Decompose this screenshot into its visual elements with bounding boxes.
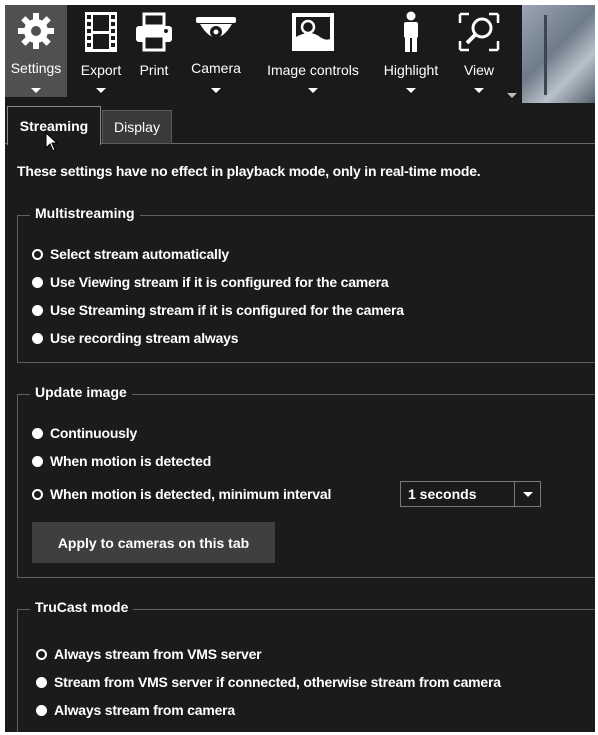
option-label: Use Viewing stream if it is configured f…: [50, 274, 389, 290]
radio-selected-icon: [32, 248, 43, 260]
highlight-button[interactable]: Highlight: [375, 5, 447, 97]
chevron-down-icon: [308, 88, 318, 93]
tab-bar: Streaming Display: [5, 106, 595, 145]
radio-icon: [32, 276, 43, 288]
option-label: Use recording stream always: [50, 330, 239, 346]
update-image-group: Update image Continuously When motion is…: [17, 384, 595, 578]
chevron-down-icon: [96, 88, 106, 93]
option-label: Always stream from VMS server: [54, 646, 262, 662]
radio-use-streaming-stream[interactable]: Use Streaming stream if it is configured…: [32, 302, 404, 318]
apply-to-cameras-button[interactable]: Apply to cameras on this tab: [32, 522, 275, 563]
highlight-label: Highlight: [383, 62, 439, 78]
image-icon: [290, 5, 336, 58]
playback-notice: These settings have no effect in playbac…: [17, 163, 481, 179]
option-label: When motion is detected, minimum interva…: [50, 486, 332, 502]
image-controls-label: Image controls: [267, 62, 359, 78]
settings-panel: Settings Export Print Camera Image contr…: [5, 5, 595, 732]
radio-icon: [32, 455, 43, 467]
radio-select-stream-automatically[interactable]: Select stream automatically: [32, 246, 229, 262]
option-label: Stream from VMS server if connected, oth…: [54, 674, 501, 690]
printer-icon: [133, 5, 175, 58]
radio-use-viewing-stream[interactable]: Use Viewing stream if it is configured f…: [32, 274, 389, 290]
view-button[interactable]: View: [449, 5, 509, 97]
gear-icon: [16, 5, 56, 56]
trucast-mode-title: TruCast mode: [30, 599, 134, 615]
magnifier-icon: [457, 5, 501, 58]
radio-icon: [36, 704, 47, 716]
multistreaming-title: Multistreaming: [30, 205, 140, 221]
print-button[interactable]: Print: [129, 5, 179, 97]
settings-label: Settings: [10, 60, 62, 76]
interval-value: 1 seconds: [408, 486, 477, 502]
radio-icon: [36, 676, 47, 688]
toolbar-overflow-icon[interactable]: [507, 93, 517, 98]
radio-icon: [32, 304, 43, 316]
dome-camera-icon: [194, 5, 238, 56]
radio-when-motion-detected[interactable]: When motion is detected: [32, 453, 211, 469]
thumbnail-detail: [544, 15, 547, 95]
multistreaming-group: Multistreaming Select stream automatical…: [17, 205, 595, 363]
radio-vms-server-if-connected[interactable]: Stream from VMS server if connected, oth…: [36, 674, 501, 690]
radio-always-vms-server[interactable]: Always stream from VMS server: [36, 646, 262, 662]
camera-label: Camera: [191, 60, 241, 76]
radio-icon: [32, 427, 43, 439]
radio-selected-icon: [32, 488, 43, 500]
radio-continuously[interactable]: Continuously: [32, 425, 137, 441]
radio-motion-minimum-interval[interactable]: When motion is detected, minimum interva…: [32, 486, 331, 502]
update-image-title: Update image: [30, 384, 132, 400]
person-icon: [396, 5, 426, 58]
export-button[interactable]: Export: [75, 5, 127, 97]
radio-icon: [32, 332, 43, 344]
option-label: Use Streaming stream if it is configured…: [50, 302, 404, 318]
option-label: Select stream automatically: [50, 246, 230, 262]
option-label: When motion is detected: [50, 453, 212, 469]
mouse-pointer-icon: [45, 131, 59, 157]
chevron-down-icon: [474, 88, 484, 93]
dropdown-arrow-icon[interactable]: [514, 482, 540, 506]
export-label: Export: [80, 62, 122, 78]
interval-dropdown[interactable]: 1 seconds: [400, 481, 541, 507]
chevron-down-icon: [406, 88, 416, 93]
tab-display[interactable]: Display: [102, 110, 172, 144]
view-label: View: [463, 62, 495, 78]
radio-selected-icon: [36, 648, 47, 660]
radio-always-from-camera[interactable]: Always stream from camera: [36, 702, 235, 718]
option-label: Continuously: [50, 425, 138, 441]
toolbar: Settings Export Print Camera Image contr…: [5, 5, 595, 103]
trucast-mode-group: TruCast mode Always stream from VMS serv…: [17, 599, 595, 732]
chevron-down-icon: [31, 88, 41, 93]
print-label: Print: [139, 62, 169, 78]
camera-button[interactable]: Camera: [185, 5, 247, 97]
chevron-down-icon: [211, 88, 221, 93]
radio-use-recording-stream[interactable]: Use recording stream always: [32, 330, 239, 346]
settings-button[interactable]: Settings: [5, 5, 67, 97]
film-icon: [84, 5, 118, 58]
image-controls-button[interactable]: Image controls: [255, 5, 371, 97]
option-label: Always stream from camera: [54, 702, 235, 718]
camera-thumbnail: [522, 5, 595, 103]
